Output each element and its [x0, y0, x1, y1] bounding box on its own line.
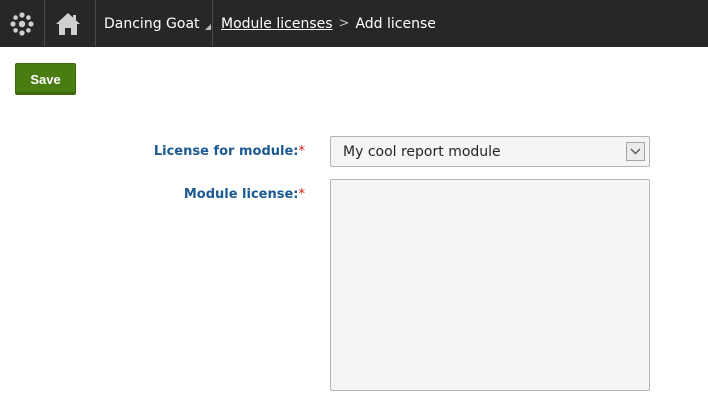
- breadcrumb: Module licenses > Add license: [221, 0, 436, 47]
- breadcrumb-module-licenses-link[interactable]: Module licenses: [221, 16, 333, 32]
- caret-icon: [204, 23, 211, 30]
- license-label: Module license:*: [184, 187, 305, 202]
- module-select-value: My cool report module: [343, 143, 501, 160]
- module-license-textarea[interactable]: [330, 179, 650, 391]
- topbar-divider: [212, 0, 213, 47]
- kentico-logo-icon: [9, 11, 34, 36]
- home-icon: [56, 12, 80, 35]
- save-button[interactable]: Save: [15, 63, 76, 95]
- chevron-down-icon: [626, 142, 645, 161]
- home-button[interactable]: [47, 0, 89, 47]
- module-select[interactable]: My cool report module: [330, 136, 650, 167]
- site-name: Dancing Goat: [104, 15, 200, 32]
- topbar-divider: [44, 0, 45, 47]
- breadcrumb-current: Add license: [355, 15, 436, 32]
- breadcrumb-separator: >: [338, 16, 350, 31]
- required-marker: *: [298, 144, 306, 159]
- top-bar: Dancing Goat Module licenses > Add licen…: [0, 0, 708, 47]
- license-label-text: Module license:: [183, 187, 299, 202]
- required-marker: *: [298, 187, 306, 202]
- module-label-text: License for module:: [153, 144, 299, 159]
- module-label: License for module:*: [154, 144, 305, 159]
- site-selector[interactable]: Dancing Goat: [96, 0, 212, 47]
- app-logo-button[interactable]: [0, 0, 43, 47]
